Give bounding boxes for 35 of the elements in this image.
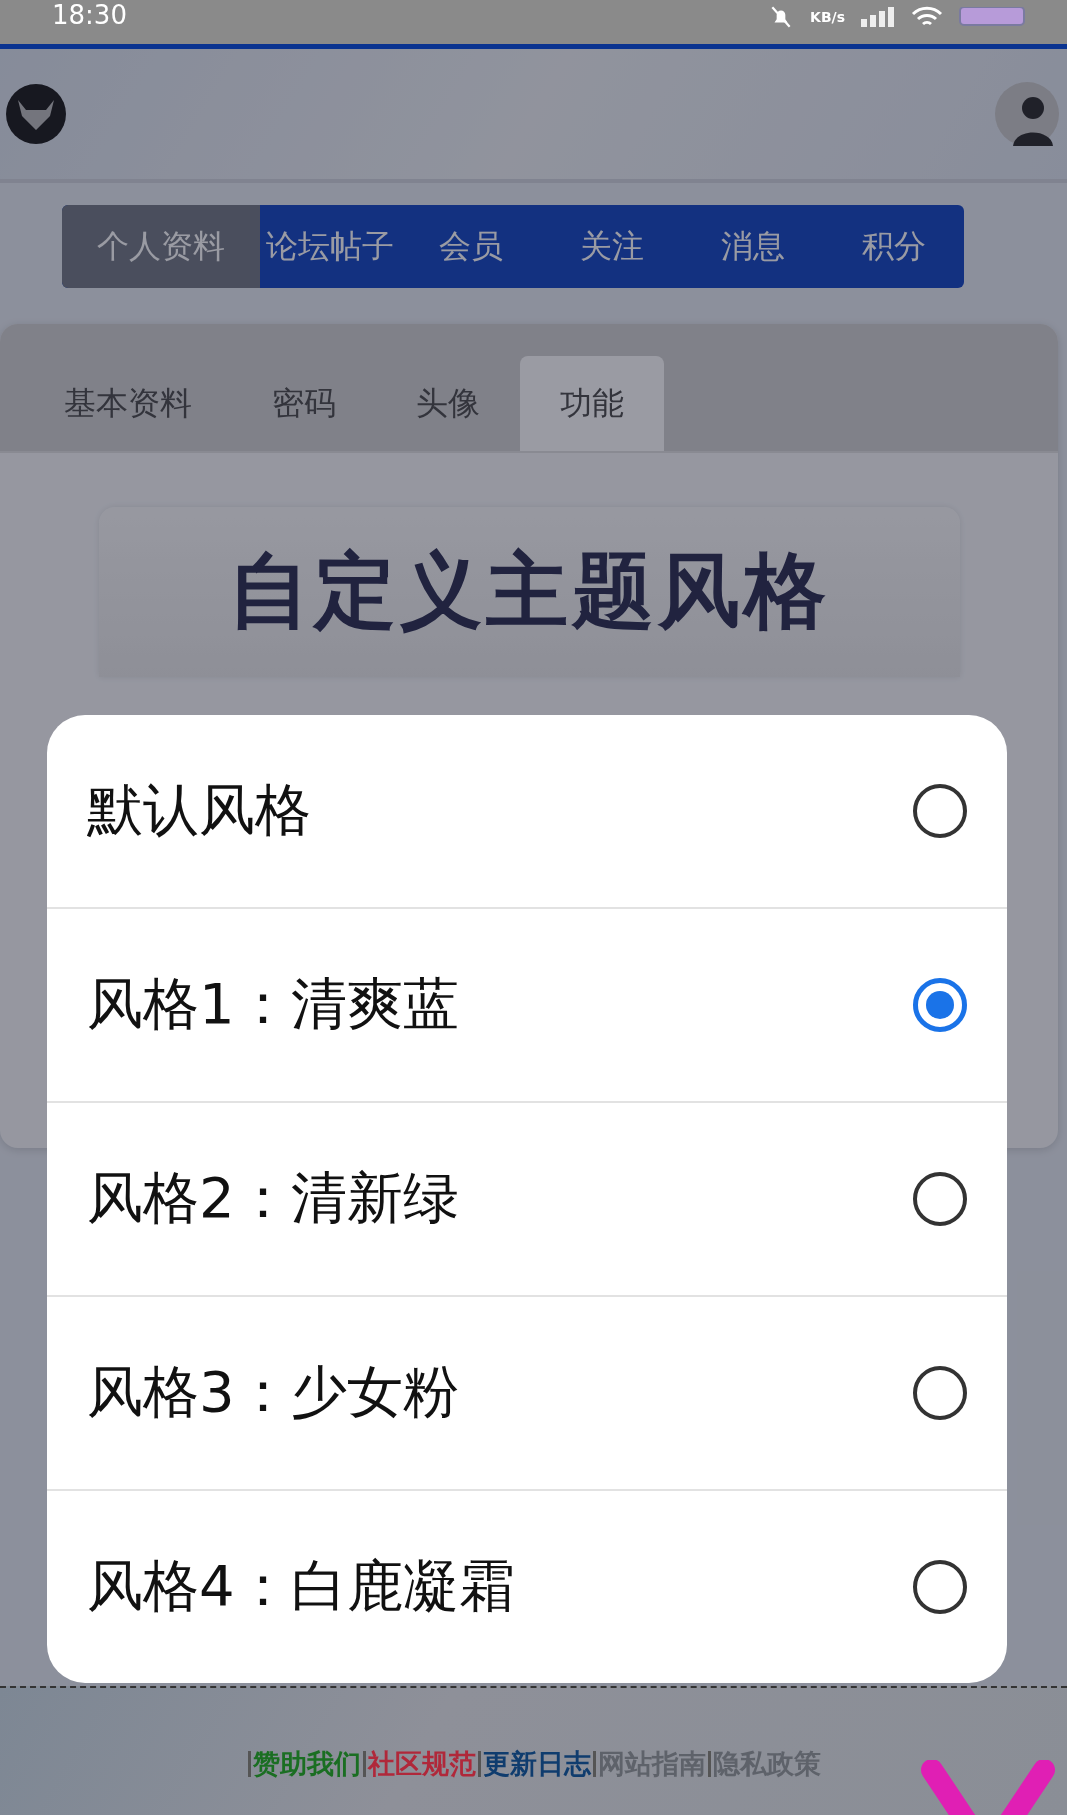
radio-button[interactable]	[913, 1366, 967, 1420]
option-label: 风格2：清新绿	[87, 1164, 459, 1232]
sub-tab[interactable]: 基本资料	[24, 356, 232, 451]
network-speed: KB/s	[810, 9, 845, 25]
option-label: 风格1：清爽蓝	[87, 970, 459, 1038]
battery-icon	[959, 7, 1027, 27]
sub-tab[interactable]: 功能	[520, 356, 664, 451]
theme-option[interactable]: 默认风格	[47, 715, 1007, 907]
avatar[interactable]	[995, 82, 1059, 146]
option-label: 风格4：白鹿凝霜	[87, 1552, 515, 1620]
option-label: 风格3：少女粉	[87, 1358, 459, 1426]
x-mark-icon	[918, 1760, 1058, 1815]
card-title: 自定义主题风格	[228, 542, 830, 640]
theme-option[interactable]: 风格1：清爽蓝	[47, 907, 1007, 1101]
radio-button[interactable]	[913, 978, 967, 1032]
sub-tab[interactable]: 头像	[376, 356, 520, 451]
radio-button[interactable]	[913, 784, 967, 838]
footer-link[interactable]: 更新日志	[483, 1746, 591, 1782]
signal-icon	[861, 7, 895, 27]
wifi-icon	[911, 6, 943, 28]
option-label: 默认风格	[87, 776, 311, 844]
theme-option[interactable]: 风格3：少女粉	[47, 1295, 1007, 1489]
sub-tab[interactable]: 密码	[232, 356, 376, 451]
theme-option[interactable]: 风格2：清新绿	[47, 1101, 1007, 1295]
nav-tab[interactable]: 会员	[400, 205, 542, 288]
radio-button[interactable]	[913, 1560, 967, 1614]
nav-tab[interactable]: 个人资料	[62, 205, 260, 288]
nav-tab[interactable]: 论坛帖子	[260, 205, 401, 288]
nav-tab[interactable]: 积分	[823, 205, 964, 288]
theme-option[interactable]: 风格4：白鹿凝霜	[47, 1489, 1007, 1683]
nav-tab[interactable]: 消息	[682, 205, 824, 288]
logo-icon[interactable]	[6, 84, 66, 144]
radio-button[interactable]	[913, 1172, 967, 1226]
status-time: 18:30	[52, 2, 127, 28]
nav-tab[interactable]: 关注	[541, 205, 683, 288]
